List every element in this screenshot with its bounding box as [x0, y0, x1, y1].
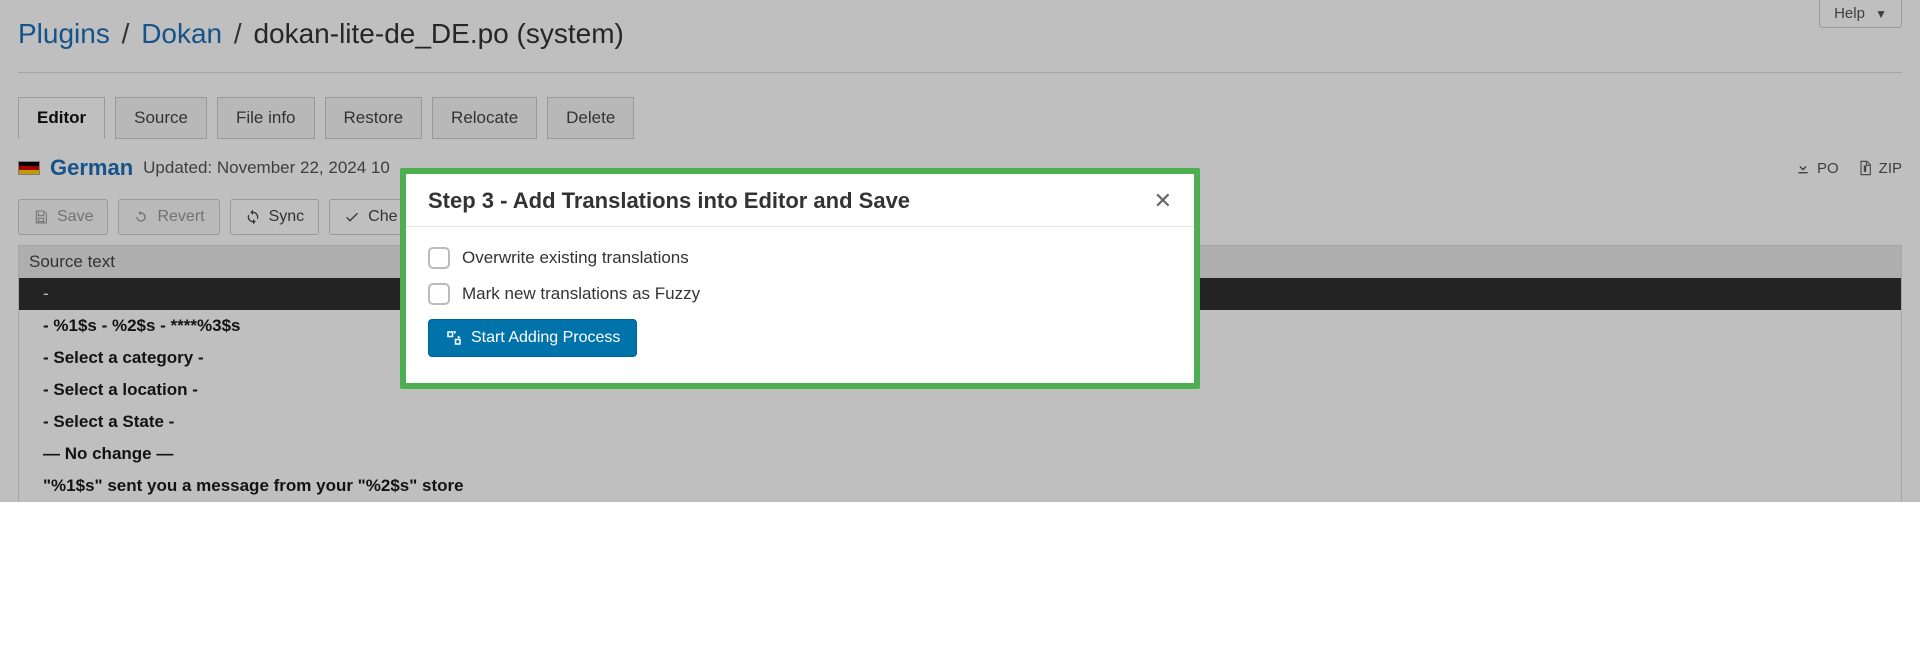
- start-adding-button[interactable]: Start Adding Process: [428, 319, 637, 357]
- modal-close-button[interactable]: ✕: [1154, 188, 1172, 214]
- translate-icon: [445, 329, 463, 347]
- fuzzy-checkbox-row[interactable]: Mark new translations as Fuzzy: [428, 283, 1172, 305]
- start-adding-label: Start Adding Process: [471, 329, 620, 347]
- close-icon: ✕: [1154, 188, 1172, 213]
- checkbox-icon: [428, 283, 450, 305]
- modal-title: Step 3 - Add Translations into Editor an…: [428, 188, 910, 214]
- fuzzy-label: Mark new translations as Fuzzy: [462, 284, 700, 304]
- modal-step3: Step 3 - Add Translations into Editor an…: [400, 168, 1200, 389]
- overwrite-checkbox-row[interactable]: Overwrite existing translations: [428, 247, 1172, 269]
- checkbox-icon: [428, 247, 450, 269]
- overwrite-label: Overwrite existing translations: [462, 248, 689, 268]
